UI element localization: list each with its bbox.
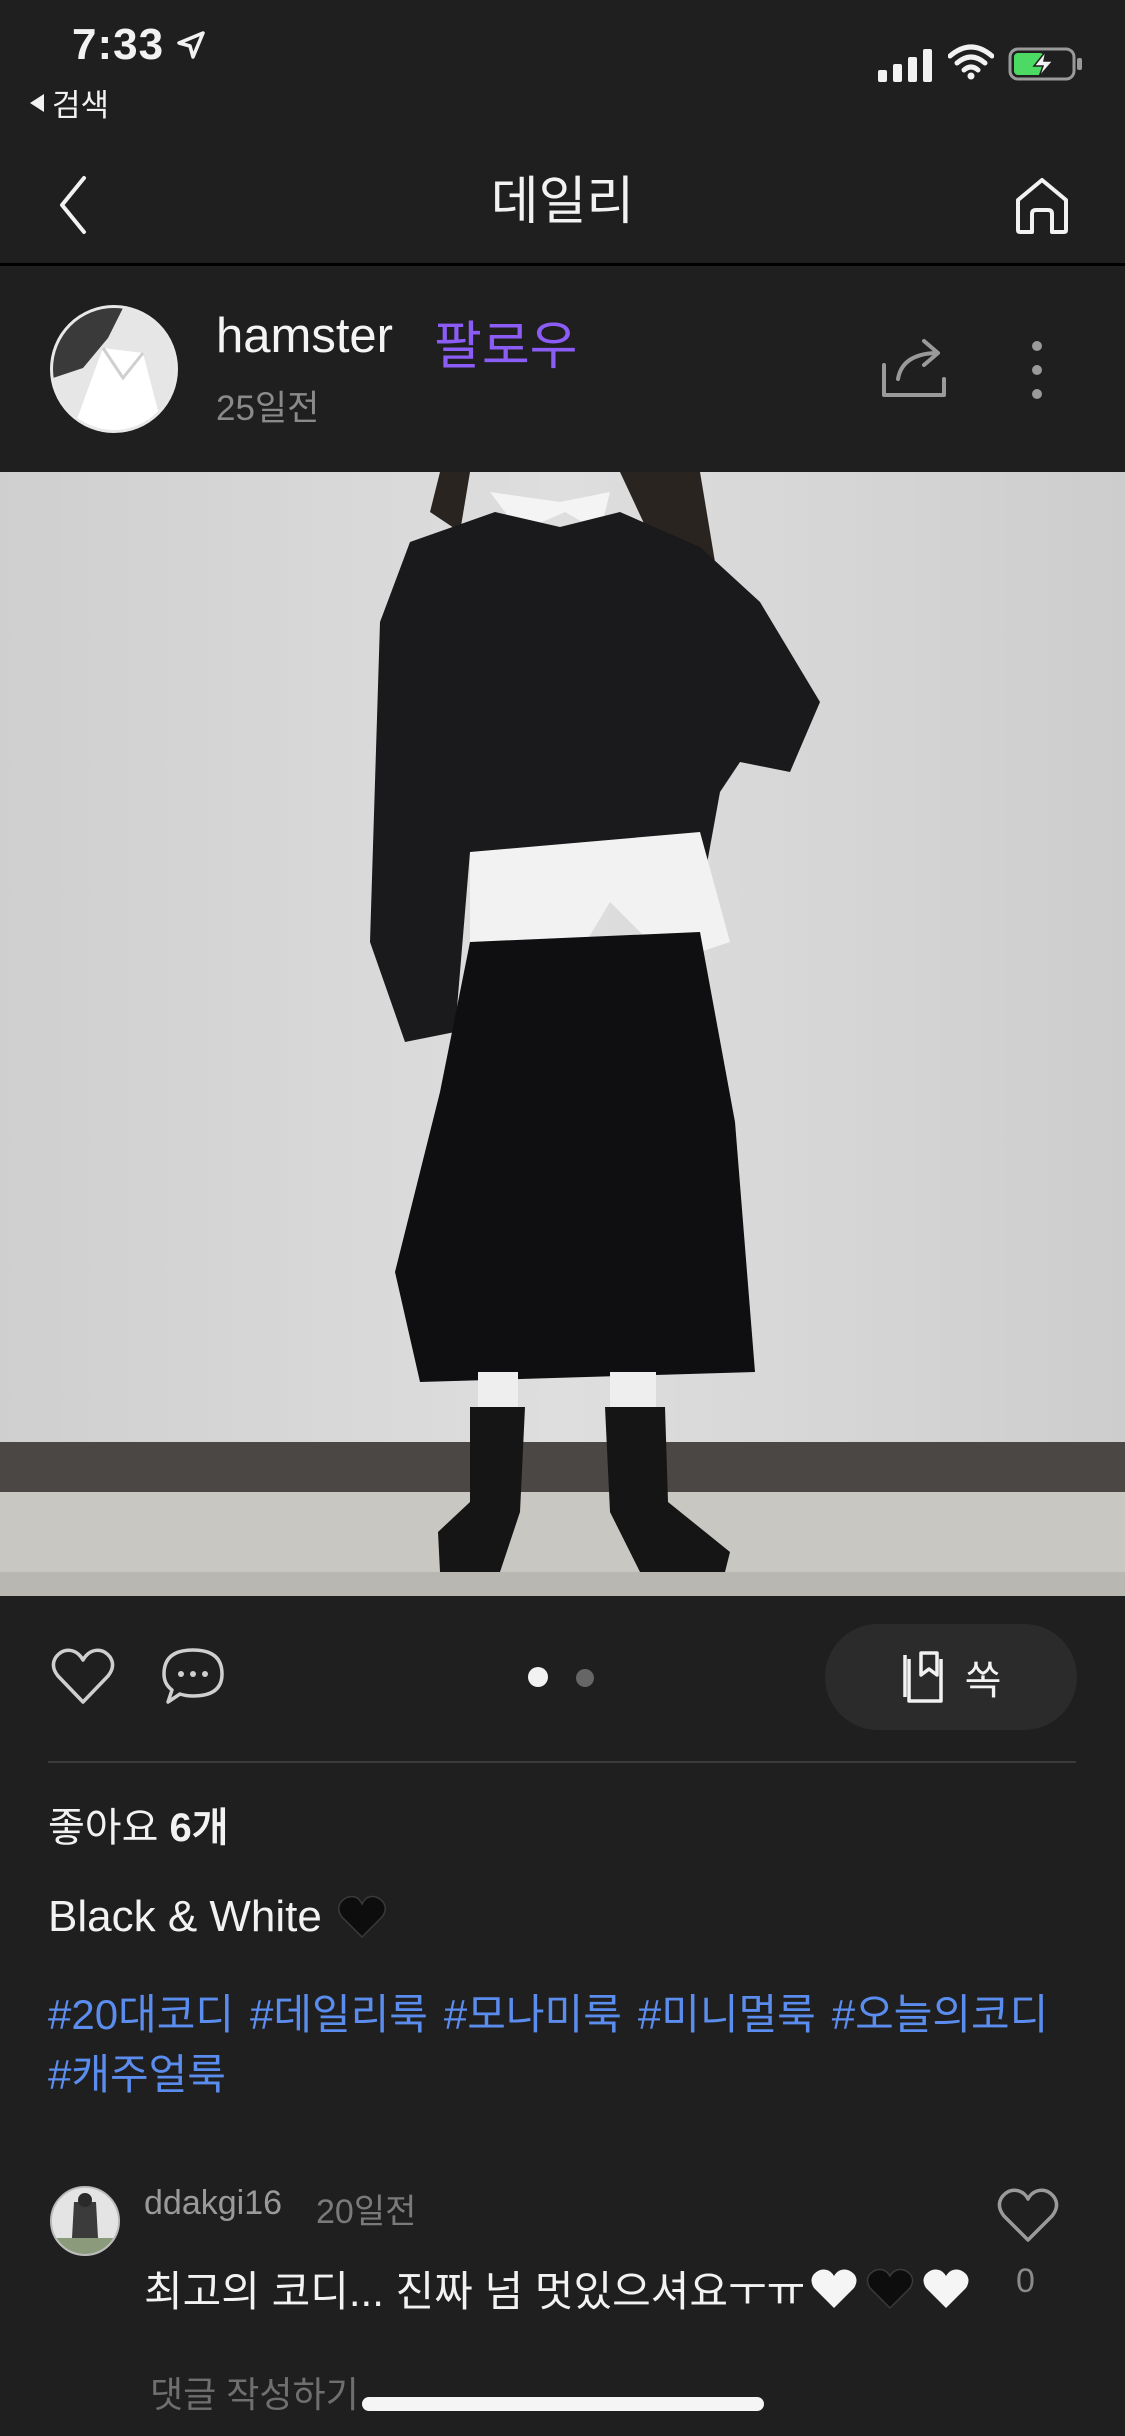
black-heart-icon — [867, 2268, 914, 2309]
carousel-dot-inactive[interactable] — [576, 1669, 594, 1687]
share-icon[interactable] — [880, 335, 950, 401]
white-heart-icon — [811, 2269, 857, 2308]
hashtag-link[interactable]: #모나미룩 — [444, 1991, 622, 2038]
comment-like-heart-icon[interactable] — [996, 2186, 1060, 2244]
avatar-image — [53, 308, 175, 430]
hashtag-list: #20대코디 #데일리룩 #모나미룩 #미니멀룩 #오늘의코디 #캐주얼룩 — [48, 1985, 1088, 2105]
white-heart-icon — [923, 2269, 969, 2308]
battery-charging-icon — [1008, 47, 1082, 81]
hashtag-link[interactable]: #20대코디 — [48, 1991, 234, 2038]
comment-like-count: 0 — [1016, 2262, 1035, 2300]
likes-count[interactable]: 좋아요 6개 — [48, 1795, 229, 1853]
back-app-label: 검색 — [52, 88, 110, 123]
post-caption: Black & White — [48, 1892, 388, 1942]
home-indicator — [362, 2397, 764, 2411]
author-username[interactable]: hamster — [216, 308, 393, 364]
post-time-ago: 25일전 — [216, 389, 320, 428]
comment-text: 최고의 코디... 진짜 넘 멋있으셔요ㅜㅠ — [144, 2258, 971, 2319]
back-triangle-icon — [30, 93, 44, 112]
home-icon[interactable] — [1012, 170, 1072, 240]
comment-input[interactable]: 댓글 작성하기 — [150, 2366, 359, 2418]
outfit-photo-illustration — [0, 472, 1125, 1596]
carousel-dot-active[interactable] — [528, 1667, 548, 1687]
like-heart-icon[interactable] — [50, 1646, 116, 1706]
likes-prefix: 좋아요 — [48, 1806, 159, 1850]
cellular-signal-icon — [878, 49, 932, 82]
page-title: 데일리 — [490, 173, 635, 231]
comment-bubble-icon[interactable] — [160, 1646, 226, 1706]
caption-text: Black & White — [48, 1892, 322, 1941]
likes-number: 6개 — [169, 1806, 229, 1850]
hashtag-link[interactable]: #캐주얼룩 — [48, 2051, 226, 2098]
follow-button[interactable]: 팔로우 — [434, 304, 578, 379]
save-label: 쏙 — [964, 1659, 1002, 1703]
black-heart-icon — [337, 1895, 386, 1939]
bookmark-icon — [902, 1651, 943, 1703]
comment-body: 최고의 코디... 진짜 넘 멋있으셔요ㅜㅠ — [144, 2268, 806, 2315]
hashtag-link[interactable]: #오늘의코디 — [832, 1991, 1049, 2038]
status-time: 7:33 — [72, 20, 165, 69]
more-options-icon[interactable] — [1020, 338, 1054, 402]
hashtag-link[interactable]: #데일리룩 — [250, 1991, 428, 2038]
post-photo[interactable] — [0, 472, 1125, 1596]
divider — [48, 1761, 1076, 1763]
hashtag-link[interactable]: #미니멀룩 — [638, 1991, 816, 2038]
top-navigation-bar: 데일리 — [0, 148, 1125, 266]
location-arrow-icon — [177, 31, 205, 59]
save-button[interactable]: 쏙 — [825, 1624, 1077, 1730]
commenter-avatar[interactable] — [50, 2186, 120, 2256]
author-avatar[interactable] — [50, 305, 178, 433]
comment-username[interactable]: ddakgi16 — [144, 2184, 282, 2223]
back-to-search-link[interactable]: 검색 — [30, 80, 109, 125]
commenter-avatar-image — [52, 2188, 118, 2254]
comment-time-ago: 20일전 — [316, 2193, 417, 2231]
wifi-icon — [948, 44, 994, 80]
